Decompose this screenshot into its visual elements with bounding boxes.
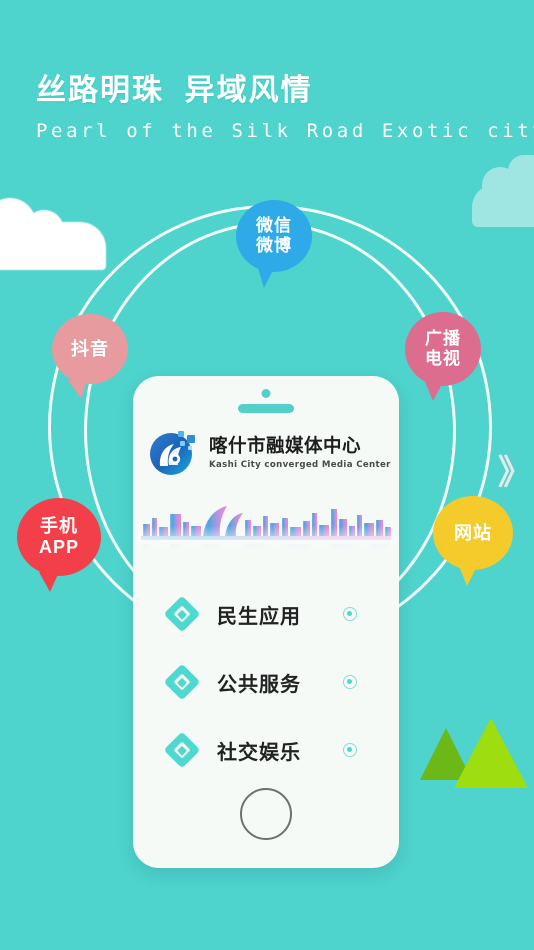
- page-subtitle: Pearl of the Silk Road Exotic city: [36, 119, 534, 142]
- brand-lockup: 喀什市融媒体中心 Kashi City converged Media Cent…: [147, 424, 390, 478]
- menu-item-label: 民生应用: [217, 605, 301, 628]
- bubble-label: 抖音: [71, 338, 109, 359]
- menu-item-social-entertainment[interactable]: 社交娱乐: [133, 716, 399, 784]
- bubble-tail-icon: [39, 572, 59, 592]
- app-menu-list: 民生应用 公共服务 社交娱乐: [133, 580, 399, 784]
- target-dot-icon: [343, 743, 357, 757]
- media-center-logo-icon: [147, 424, 201, 478]
- brand-text: 喀什市融媒体中心 Kashi City converged Media Cent…: [209, 432, 391, 470]
- menu-item-label: 公共服务: [217, 673, 301, 696]
- menu-item-public-services[interactable]: 公共服务: [133, 648, 399, 716]
- diamond-icon: [163, 595, 201, 633]
- phone-speaker-icon: [238, 404, 294, 413]
- target-dot-icon: [343, 675, 357, 689]
- phone-mockup: 喀什市融媒体中心 Kashi City converged Media Cent…: [133, 376, 399, 868]
- bubble-website[interactable]: 网站: [433, 496, 513, 586]
- bubble-tail-icon: [258, 268, 274, 288]
- bubble-tail-icon: [425, 382, 443, 401]
- bubble-tail-icon: [459, 566, 477, 586]
- header: 丝路明珠 异域风情 Pearl of the Silk Road Exotic …: [36, 72, 534, 142]
- bubble-label: 微信 微博: [256, 216, 292, 255]
- phone-home-button[interactable]: [240, 788, 292, 840]
- menu-item-livelihood-apps[interactable]: 民生应用: [133, 580, 399, 648]
- diamond-icon: [163, 731, 201, 769]
- hill-icon-front: [454, 718, 528, 788]
- brand-name-cn: 喀什市融媒体中心: [209, 435, 362, 456]
- brand-name-en: Kashi City converged Media Center: [209, 460, 391, 470]
- chevron-right-icon: 》: [498, 453, 532, 493]
- bubble-douyin[interactable]: 抖音: [52, 314, 128, 399]
- bubble-label: 广播 电视: [425, 329, 461, 368]
- target-dot-icon: [343, 607, 357, 621]
- bubble-label: 手机 APP: [38, 516, 79, 557]
- bubble-radio-tv[interactable]: 广播 电视: [405, 312, 481, 401]
- cloud-icon-right: [472, 155, 534, 227]
- cloud-icon-left: [0, 198, 106, 270]
- menu-item-label: 社交娱乐: [217, 741, 301, 764]
- page-title: 丝路明珠 异域风情: [36, 74, 313, 107]
- bubble-mobile-app[interactable]: 手机 APP: [17, 498, 101, 592]
- diamond-icon: [163, 663, 201, 701]
- bubble-tail-icon: [68, 380, 87, 399]
- bubble-wechat-weibo[interactable]: 微信 微博: [236, 200, 312, 288]
- phone-camera-icon: [261, 389, 271, 398]
- bubble-label: 网站: [454, 522, 492, 543]
- city-skyline-illustration: [137, 496, 395, 562]
- promo-poster: 丝路明珠 异域风情 Pearl of the Silk Road Exotic …: [0, 0, 534, 950]
